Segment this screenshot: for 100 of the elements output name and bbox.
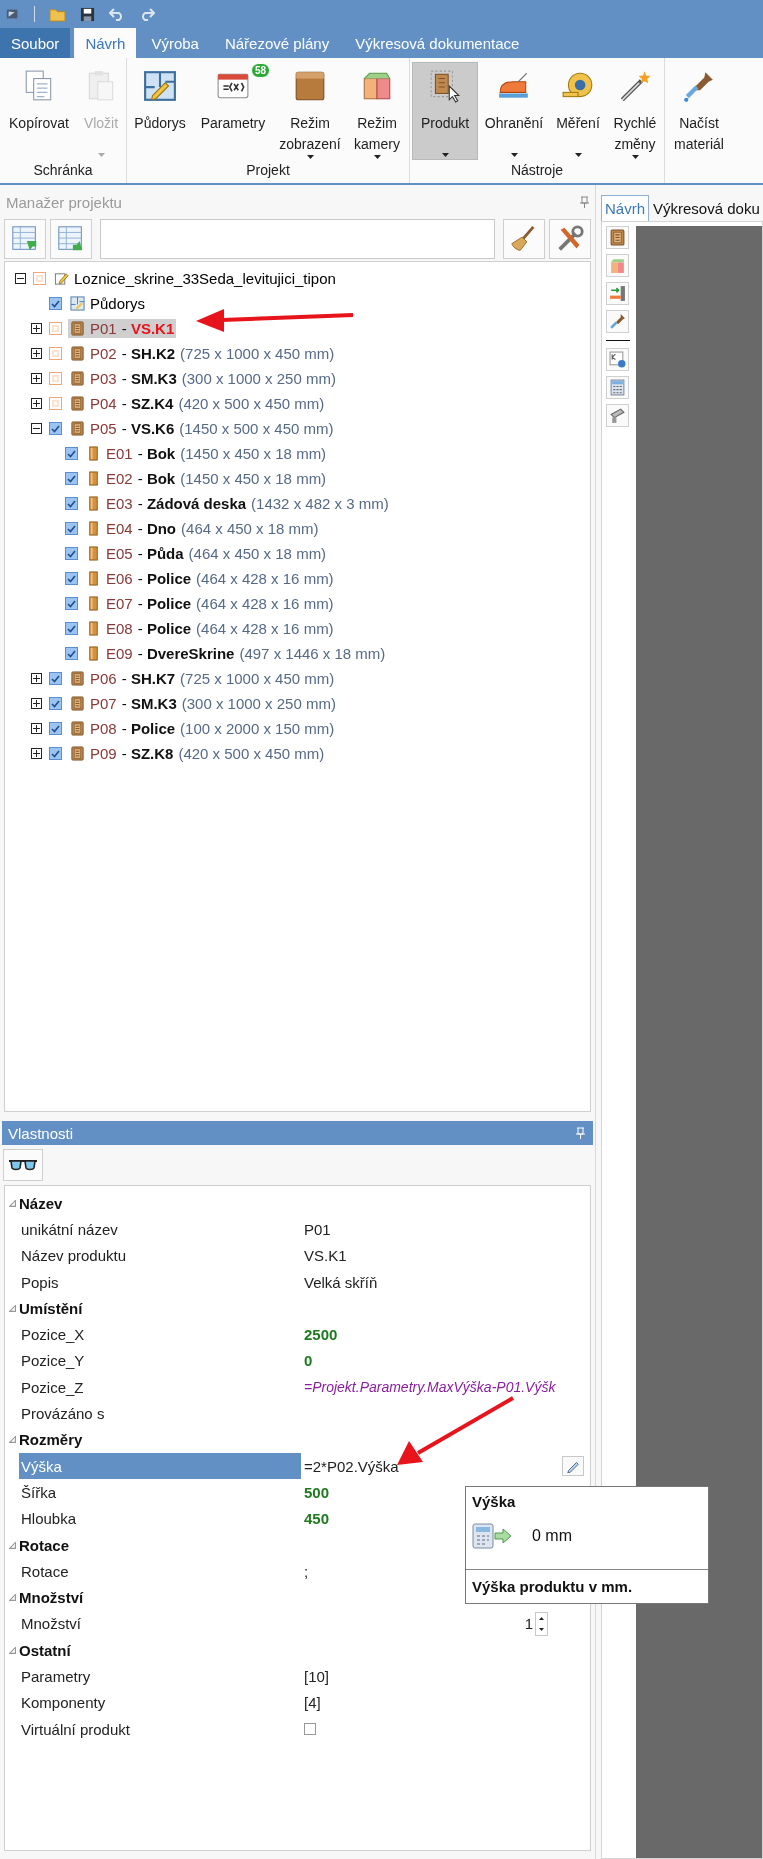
expander-toggle[interactable] <box>31 423 42 434</box>
tree-item[interactable]: P09 - SZ.K8 (420 x 500 x 450 mm) <box>68 744 327 763</box>
checkbox[interactable] <box>49 347 62 360</box>
clear-button[interactable] <box>503 219 545 259</box>
checkbox[interactable] <box>304 1723 316 1736</box>
ribbon-tab[interactable]: Návrh <box>74 28 137 58</box>
expander-toggle[interactable] <box>31 398 42 409</box>
property-name[interactable]: Provázáno s <box>19 1400 301 1427</box>
checkbox[interactable] <box>65 572 78 585</box>
tree-item[interactable]: Loznice_skrine_33Seda_levitujici_tipon <box>52 269 338 288</box>
checkbox[interactable] <box>49 747 62 760</box>
expander-toggle[interactable] <box>31 323 42 334</box>
ribbon-button[interactable]: Rychlé změny <box>608 62 662 160</box>
collapse-triangle-icon[interactable] <box>8 1594 16 1602</box>
collapse-triangle-icon[interactable] <box>8 1541 16 1549</box>
property-name[interactable]: Rotace <box>19 1558 301 1585</box>
camera-button[interactable] <box>606 404 629 427</box>
ribbon-button[interactable]: Produkt <box>412 62 478 160</box>
design-canvas[interactable] <box>636 226 762 1858</box>
collapse-all-button[interactable] <box>50 219 92 259</box>
calculator-button[interactable] <box>606 376 629 399</box>
tree-item[interactable]: P03 - SM.K3 (300 x 1000 x 250 mm) <box>68 369 338 388</box>
document-tab[interactable]: Výkresová doku <box>649 195 763 221</box>
property-name[interactable]: Pozice_Z <box>19 1374 301 1401</box>
document-tab[interactable]: Návrh <box>601 195 649 221</box>
collapse-triangle-icon[interactable] <box>8 1199 16 1207</box>
collapse-triangle-icon[interactable] <box>8 1436 16 1444</box>
checkbox[interactable] <box>65 547 78 560</box>
ribbon-button[interactable]: Načíst materiál <box>667 62 731 160</box>
tree-item[interactable]: E02 - Bok (1450 x 450 x 18 mm) <box>84 469 329 488</box>
tree-item[interactable]: E01 - Bok (1450 x 450 x 18 mm) <box>84 444 329 463</box>
redo-icon[interactable] <box>139 7 155 21</box>
property-name[interactable]: Pozice_Y <box>19 1347 301 1375</box>
tree-item[interactable]: P06 - SH.K7 (725 x 1000 x 450 mm) <box>68 669 337 688</box>
file-menu-tab[interactable]: Soubor <box>0 28 71 58</box>
spinner-arrows[interactable] <box>535 1611 548 1636</box>
pin-icon[interactable] <box>580 196 589 208</box>
property-name[interactable]: Virtuální produkt <box>19 1715 301 1743</box>
checkbox[interactable] <box>65 497 78 510</box>
cabinet-button[interactable] <box>606 226 629 249</box>
tree-item[interactable]: E08 - Police (464 x 428 x 16 mm) <box>84 619 336 638</box>
property-name[interactable]: Hloubka <box>19 1505 301 1532</box>
pipette-button[interactable] <box>606 310 629 333</box>
ribbon-button[interactable]: Kopírovat <box>2 62 76 160</box>
checkbox[interactable] <box>49 322 62 335</box>
save-icon[interactable] <box>80 6 95 22</box>
checkbox[interactable] <box>49 397 62 410</box>
property-name[interactable]: Komponenty <box>19 1689 301 1716</box>
property-name[interactable]: Parametry <box>19 1663 301 1690</box>
ribbon-button[interactable]: Půdorys <box>129 62 191 160</box>
tree-item[interactable]: P08 - Police (100 x 2000 x 150 mm) <box>68 719 337 738</box>
checkbox[interactable] <box>65 447 78 460</box>
collapse-triangle-icon[interactable] <box>8 1646 16 1654</box>
checkbox[interactable] <box>49 697 62 710</box>
checkbox[interactable] <box>49 297 62 310</box>
tree-item[interactable]: P04 - SZ.K4 (420 x 500 x 450 mm) <box>68 394 327 413</box>
tree-item[interactable]: E09 - DvereSkrine (497 x 1446 x 18 mm) <box>84 644 388 663</box>
checkbox[interactable] <box>65 472 78 485</box>
checkbox[interactable] <box>49 372 62 385</box>
expander-toggle[interactable] <box>15 273 26 284</box>
info-card-button[interactable] <box>606 348 629 371</box>
search-field[interactable] <box>100 219 495 259</box>
expander-toggle[interactable] <box>31 673 42 684</box>
tree-item[interactable]: Půdorys <box>68 294 148 313</box>
property-name[interactable]: Popis <box>19 1268 301 1296</box>
tree-item[interactable]: E06 - Police (464 x 428 x 16 mm) <box>84 569 336 588</box>
property-name[interactable]: Název produktu <box>19 1242 301 1269</box>
property-name[interactable]: Šířka <box>19 1479 301 1506</box>
expand-all-button[interactable] <box>4 219 46 259</box>
edit-button[interactable] <box>562 1456 584 1477</box>
ribbon-button[interactable]: Režim kamery <box>347 62 407 160</box>
tree-item[interactable]: P05 - VS.K6 (1450 x 500 x 450 mm) <box>68 419 336 438</box>
checkbox[interactable] <box>49 722 62 735</box>
checkbox[interactable] <box>65 647 78 660</box>
expander-toggle[interactable] <box>31 348 42 359</box>
tree-item[interactable]: P07 - SM.K3 (300 x 1000 x 250 mm) <box>68 694 338 713</box>
expander-toggle[interactable] <box>31 723 42 734</box>
property-name[interactable]: Množství <box>19 1610 301 1638</box>
checkbox[interactable] <box>65 622 78 635</box>
checkbox[interactable] <box>65 597 78 610</box>
tree-item[interactable]: P02 - SH.K2 (725 x 1000 x 450 mm) <box>68 344 337 363</box>
expander-toggle[interactable] <box>31 748 42 759</box>
ribbon-button[interactable]: Ohranění <box>480 62 548 160</box>
property-name[interactable]: unikátní název <box>19 1216 301 1243</box>
checkbox[interactable] <box>33 272 46 285</box>
edge-insert-button[interactable] <box>606 282 629 305</box>
ribbon-button[interactable]: Režim zobrazení <box>275 62 345 160</box>
tree-item[interactable]: E03 - Zádová deska (1432 x 482 x 3 mm) <box>84 494 391 513</box>
tree-item[interactable]: E07 - Police (464 x 428 x 16 mm) <box>84 594 336 613</box>
expander-toggle[interactable] <box>31 373 42 384</box>
property-name[interactable]: Pozice_X <box>19 1321 301 1348</box>
collapse-triangle-icon[interactable] <box>8 1304 16 1312</box>
tree-item[interactable]: E05 - Půda (464 x 450 x 18 mm) <box>84 544 329 563</box>
ribbon-button[interactable]: Parametry 58 <box>193 62 273 160</box>
tree-item[interactable]: E04 - Dno (464 x 450 x 18 mm) <box>84 519 321 538</box>
undo-icon[interactable] <box>109 7 125 21</box>
ribbon-button[interactable]: Měření <box>550 62 606 160</box>
view-button[interactable] <box>3 1149 43 1181</box>
tools-button[interactable] <box>549 219 591 259</box>
checkbox[interactable] <box>49 672 62 685</box>
